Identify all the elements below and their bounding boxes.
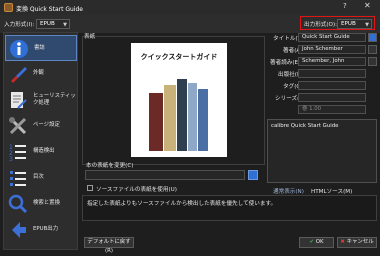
app-icon [4, 3, 13, 12]
help-text-box: 指定した表紙よりもソースファイルから検出した表紙を優先して使います。 [82, 195, 377, 221]
sidebar-item-label: 構造検出 [33, 148, 55, 154]
restore-defaults-button[interactable]: デフォルトに戻す(R) [84, 237, 134, 254]
author-sort-field[interactable]: Schember, John [298, 57, 366, 66]
change-cover-label: 本の表紙を変更(C) [86, 163, 134, 169]
comments-text: calibre Quick Start Guide [271, 123, 339, 129]
info-icon [10, 40, 28, 58]
series-field[interactable] [298, 93, 366, 102]
ok-label: OK [315, 239, 324, 245]
tags-field[interactable] [298, 81, 366, 90]
list-icon [10, 171, 26, 186]
sidebar-item-label: EPUB出力 [33, 226, 59, 232]
sidebar-item-label: 検索と置換 [33, 200, 60, 206]
series-index-field[interactable]: 巻 1.00 [298, 105, 366, 114]
title-field[interactable]: Quick Start Guide [298, 33, 366, 42]
sidebar-item-structure[interactable]: 123 構造検出 [5, 139, 77, 165]
tab-html-source[interactable]: HTMLソース(M) [311, 187, 352, 195]
cover-path-input[interactable] [85, 170, 245, 180]
sidebar-item-label: 目次 [33, 174, 44, 180]
sidebar-item-search-replace[interactable]: 検索と置換 [5, 191, 77, 217]
sidebar-item-label: 書誌 [34, 45, 45, 51]
cover-section-label: 表紙 [84, 34, 96, 40]
use-source-cover-label: ソースファイルの表紙を使用(U) [96, 187, 177, 193]
tab-normal-view[interactable]: 通常表示(N) [273, 187, 304, 195]
input-format-label: 入力形式(I): [4, 22, 35, 28]
sidebar-item-metadata[interactable]: 書誌 [5, 35, 77, 61]
browse-folder-button[interactable] [248, 170, 258, 180]
cover-title: クイックスタートガイド [140, 53, 218, 61]
sidebar-item-label: ページ設定 [33, 122, 60, 128]
arrow-icon [12, 222, 26, 238]
sidebar-item-toc[interactable]: 目次 [5, 165, 77, 191]
publisher-field[interactable] [298, 69, 366, 78]
sidebar-item-page-setup[interactable]: ページ設定 [5, 113, 77, 139]
author-dropdown[interactable] [368, 45, 377, 54]
svg-text:3: 3 [9, 156, 13, 162]
help-button[interactable]: ? [343, 2, 347, 10]
sidebar-item-label: ヒューリスティック処理 [33, 93, 76, 106]
author-field[interactable]: John Schember [298, 45, 366, 54]
input-format-value: EPUB [40, 21, 55, 27]
input-format-select[interactable]: EPUB ▼ [36, 19, 70, 29]
tools-icon [9, 117, 27, 135]
document-wand-icon [11, 92, 27, 109]
highlight-box [300, 16, 375, 30]
sidebar-item-heuristics[interactable]: ヒューリスティック処理 [5, 87, 77, 113]
title-bar: 変換 Quick Start Guide ? ✕ [0, 0, 380, 15]
sidebar-item-look[interactable]: 外観 [5, 61, 77, 87]
brush-icon [11, 67, 27, 83]
cancel-label: キャンセル [346, 239, 374, 245]
author-sort-label: 著者読み(E) [270, 60, 301, 66]
ok-button[interactable]: ✔ OK [299, 237, 334, 248]
cover-image: クイックスタートガイド [131, 43, 227, 157]
check-icon: ✔ [309, 239, 315, 245]
author-sort-button[interactable] [368, 57, 377, 66]
help-text: 指定した表紙よりもソースファイルから検出した表紙を優先して使います。 [87, 201, 277, 207]
sidebar-item-epub-output[interactable]: EPUB出力 [5, 217, 77, 243]
cancel-button[interactable]: ✖ キャンセル [337, 237, 377, 248]
title-sort-button[interactable] [368, 33, 377, 42]
close-button[interactable]: ✕ [364, 1, 371, 10]
sidebar-item-label: 外観 [33, 70, 44, 76]
restore-defaults-label: デフォルトに戻す(R) [87, 239, 131, 254]
comments-editor[interactable]: calibre Quick Start Guide [267, 119, 377, 183]
use-source-cover-checkbox[interactable] [87, 185, 93, 191]
numbered-list-icon: 123 [9, 144, 26, 162]
chevron-down-icon: ▼ [63, 22, 67, 28]
window-title: 変換 Quick Start Guide [16, 6, 83, 13]
cancel-x-icon: ✖ [340, 239, 345, 245]
search-icon [8, 194, 28, 214]
books-illustration [149, 79, 208, 151]
sidebar: 書誌 外観 ヒューリスティック処理 ページ設定 123 構造検出 目次 検索と置… [3, 32, 78, 250]
